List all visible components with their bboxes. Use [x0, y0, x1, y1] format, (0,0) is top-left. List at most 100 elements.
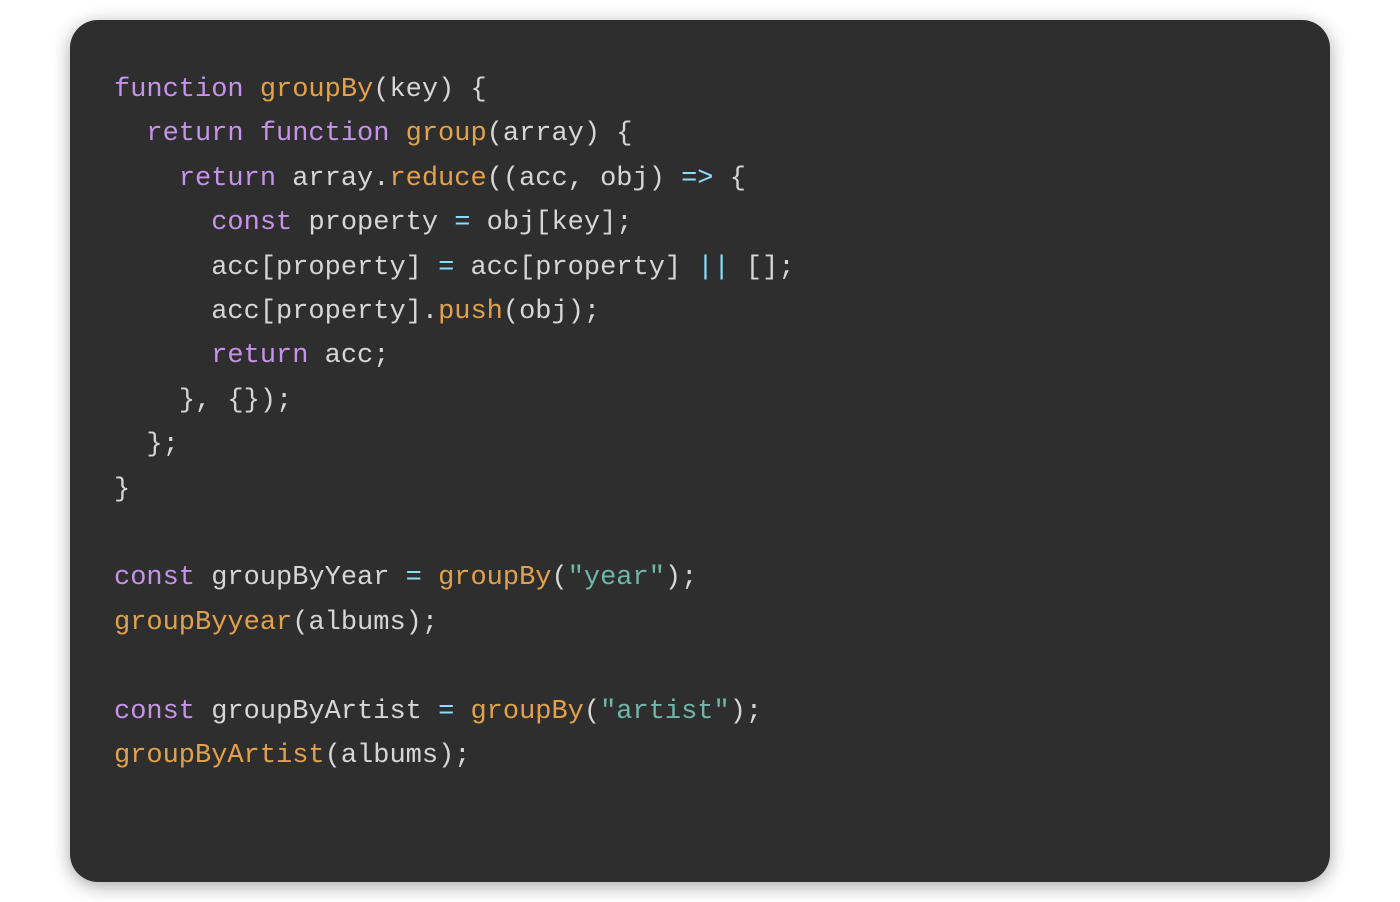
ident-acc: acc: [211, 253, 260, 283]
code-line: return function group(array) {: [114, 119, 633, 149]
keyword-function: function: [114, 75, 244, 105]
code-line: return array.reduce((acc, obj) => {: [114, 164, 746, 194]
punct-semicolon: ;: [373, 341, 389, 371]
punct-close-paren: ): [584, 119, 600, 149]
punct-open-brace: {: [730, 164, 746, 194]
code-line: const property = obj[key];: [114, 208, 633, 238]
punct-close-paren: ): [568, 297, 584, 327]
code-line: };: [114, 430, 179, 460]
fn-call-groupby: groupBy: [438, 563, 551, 593]
ident-property: property: [276, 297, 406, 327]
punct-open-paren: (: [292, 608, 308, 638]
string-artist: "artist": [600, 697, 730, 727]
ident-groupbyartist: groupByArtist: [211, 697, 422, 727]
code-line: const groupByYear = groupBy("year");: [114, 563, 697, 593]
code-card: function groupBy(key) { return function …: [70, 20, 1330, 882]
code-line: const groupByArtist = groupBy("artist");: [114, 697, 762, 727]
punct-comma: ,: [568, 164, 584, 194]
op-eq: =: [454, 208, 470, 238]
ident-albums: albums: [341, 741, 438, 771]
punct-close-paren: ): [649, 164, 665, 194]
fn-call-groupbyyear: groupByyear: [114, 608, 292, 638]
ident-key: key: [551, 208, 600, 238]
punct-empty-brackets: []: [746, 253, 778, 283]
punct-semicolon: ;: [616, 208, 632, 238]
punct-semicolon: ;: [276, 386, 292, 416]
punct-dot: .: [373, 164, 389, 194]
op-arrow: =>: [681, 164, 713, 194]
method-reduce: reduce: [389, 164, 486, 194]
op-eq: =: [406, 563, 422, 593]
param-obj: obj: [600, 164, 649, 194]
ident-obj: obj: [519, 297, 568, 327]
punct-open-brace: {: [616, 119, 632, 149]
punct-open-paren: (: [584, 697, 600, 727]
punct-semicolon: ;: [778, 253, 794, 283]
punct-close-bracket: ]: [665, 253, 681, 283]
punct-open-paren: (: [487, 119, 503, 149]
punct-comma: ,: [195, 386, 211, 416]
keyword-return: return: [146, 119, 243, 149]
ident-albums: albums: [308, 608, 405, 638]
op-eq: =: [438, 253, 454, 283]
punct-semicolon: ;: [746, 697, 762, 727]
punct-open-paren: (: [503, 164, 519, 194]
code-line: groupByyear(albums);: [114, 608, 438, 638]
punct-open-brace: {: [470, 75, 486, 105]
punct-semicolon: ;: [454, 741, 470, 771]
code-block: function groupBy(key) { return function …: [114, 68, 1286, 779]
code-line: acc[property] = acc[property] || [];: [114, 253, 795, 283]
punct-dot: .: [422, 297, 438, 327]
code-line: }, {});: [114, 386, 292, 416]
ident-acc: acc: [325, 341, 374, 371]
ident-property: property: [535, 253, 665, 283]
punct-semicolon: ;: [584, 297, 600, 327]
punct-close-bracket: ]: [406, 253, 422, 283]
punct-close-brace: }: [179, 386, 195, 416]
code-line: }: [114, 475, 130, 505]
op-eq: =: [438, 697, 454, 727]
param-key: key: [389, 75, 438, 105]
keyword-function: function: [260, 119, 390, 149]
code-line: groupByArtist(albums);: [114, 741, 470, 771]
op-or: ||: [697, 253, 729, 283]
punct-close-bracket: ]: [600, 208, 616, 238]
ident-acc: acc: [470, 253, 519, 283]
ident-acc: acc: [211, 297, 260, 327]
code-line: acc[property].push(obj);: [114, 297, 600, 327]
punct-close-bracket: ]: [406, 297, 422, 327]
code-blank-line: [114, 652, 130, 682]
punct-empty-braces: {}: [227, 386, 259, 416]
punct-semicolon: ;: [422, 608, 438, 638]
punct-close-paren: ): [438, 75, 454, 105]
ident-property: property: [276, 253, 406, 283]
string-year: "year": [568, 563, 665, 593]
punct-open-bracket: [: [535, 208, 551, 238]
keyword-return: return: [179, 164, 276, 194]
fn-name-groupby: groupBy: [260, 75, 373, 105]
fn-call-groupby: groupBy: [470, 697, 583, 727]
punct-close-paren: ): [406, 608, 422, 638]
code-line: function groupBy(key) {: [114, 75, 487, 105]
punct-open-paren: (: [551, 563, 567, 593]
fn-call-groupbyartist: groupByArtist: [114, 741, 325, 771]
code-blank-line: [114, 519, 130, 549]
punct-close-paren: ): [665, 563, 681, 593]
param-acc: acc: [519, 164, 568, 194]
punct-close-brace: }: [146, 430, 162, 460]
fn-name-group: group: [406, 119, 487, 149]
punct-open-bracket: [: [519, 253, 535, 283]
punct-open-paren: (: [325, 741, 341, 771]
punct-semicolon: ;: [163, 430, 179, 460]
punct-close-brace: }: [114, 475, 130, 505]
punct-close-paren: ): [438, 741, 454, 771]
punct-open-paren: (: [503, 297, 519, 327]
punct-open-paren: (: [373, 75, 389, 105]
keyword-const: const: [114, 697, 195, 727]
punct-open-bracket: [: [260, 253, 276, 283]
ident-property: property: [308, 208, 438, 238]
keyword-const: const: [211, 208, 292, 238]
ident-obj: obj: [487, 208, 536, 238]
punct-open-bracket: [: [260, 297, 276, 327]
keyword-return: return: [211, 341, 308, 371]
